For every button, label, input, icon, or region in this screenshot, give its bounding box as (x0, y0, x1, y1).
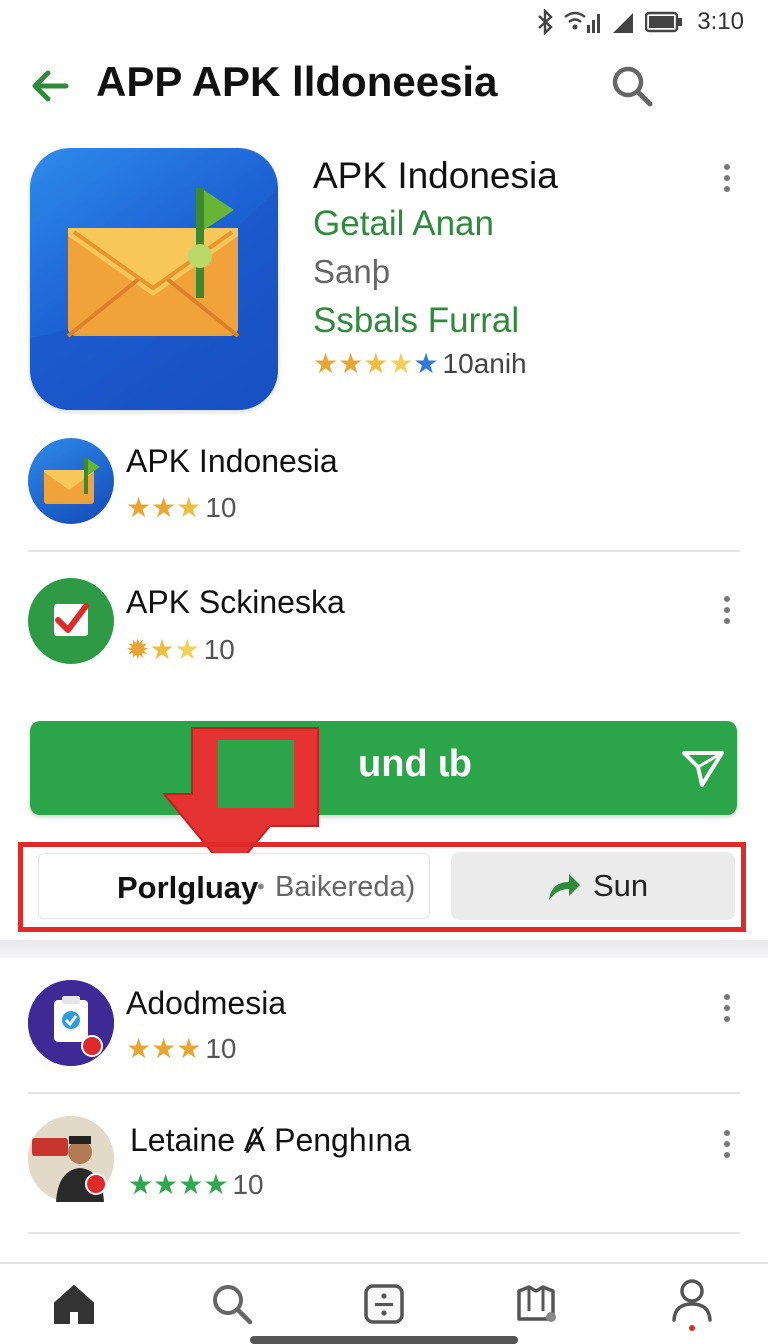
more-options-icon[interactable] (715, 1124, 739, 1164)
calculator-icon (364, 1284, 404, 1324)
nav-library[interactable] (506, 1276, 566, 1332)
install-button[interactable]: und ɩb (30, 721, 737, 815)
cell-signal-icon (613, 13, 634, 33)
app-name: Adodmesia (126, 985, 287, 1021)
app-rating: ★ ★ ★ 10 (126, 1033, 236, 1065)
hero-rating: ★ ★ ★ ★ ★ 10anih (313, 348, 693, 380)
wifi-signal-icon (564, 11, 601, 33)
battery-icon (645, 11, 683, 33)
star-icon: ★ (174, 634, 200, 665)
rating-stars: ★ ★ ★ ★ ★ (313, 350, 439, 378)
star-icon: ★ (151, 1033, 177, 1064)
star-icon: ★ (313, 348, 339, 379)
app-name: APK Sckineska (126, 584, 345, 620)
app-details-screen: 3:10 APP APK lldoneesia APK Indonesia Ge… (0, 0, 768, 1344)
star-icon: ★ (363, 348, 389, 379)
avatar (28, 1116, 114, 1202)
app-name: Letaine Ⱥ Penghına (130, 1122, 412, 1158)
app-rating: ★ ★ ★ 10 (126, 492, 236, 524)
send-icon (682, 751, 724, 787)
app-icon (28, 578, 114, 664)
list-item[interactable]: Letaine Ⱥ Penghına ★ ★ ★ ★ 10 (0, 1114, 768, 1234)
app-icon (28, 438, 114, 524)
star-icon: ★ (413, 348, 439, 379)
star-icon: ★ (128, 1169, 154, 1200)
hero-developer-link[interactable]: Getail Anan (313, 200, 693, 248)
star-icon: ★ (176, 1033, 202, 1064)
rating-value: 10 (205, 492, 237, 523)
nav-search[interactable] (202, 1276, 262, 1332)
status-icons: 3:10 (537, 8, 744, 36)
star-icon: ✹ (126, 634, 150, 665)
mail-envelope-icon (30, 188, 278, 410)
rating-value: 10 (205, 1033, 237, 1064)
status-bar: 3:10 (0, 0, 768, 44)
star-icon: ★ (178, 1169, 204, 1200)
list-item[interactable]: APK Sckineska ✹ ★ ★ 10 (0, 572, 768, 692)
home-indicator (250, 1336, 518, 1344)
hero-app-icon (30, 148, 278, 410)
app-rating: ✹ ★ ★ 10 (126, 634, 235, 666)
rating-stars: ★ ★ ★ (126, 494, 201, 522)
rating-stars: ★ ★ ★ (126, 1035, 201, 1063)
home-icon (54, 1285, 94, 1324)
status-time: 3:10 (697, 8, 744, 35)
library-icon (517, 1285, 556, 1322)
back-arrow-icon[interactable] (26, 62, 74, 110)
divider (28, 1092, 740, 1094)
clipboard-check-icon (28, 980, 114, 1066)
star-icon: ★ (151, 492, 177, 523)
list-item[interactable]: Adodmesia ★ ★ ★ 10 (0, 978, 768, 1098)
rating-stars: ✹ ★ ★ (126, 636, 200, 664)
divider (28, 1232, 740, 1234)
star-icon: ★ (388, 348, 414, 379)
profile-icon (672, 1279, 712, 1331)
hero-app-name: APK Indonesia (313, 155, 558, 196)
app-name: APK Indonesia (126, 443, 338, 479)
star-icon: ★ (338, 348, 364, 379)
list-item[interactable]: APK Indonesia ★ ★ ★ 10 (0, 430, 768, 550)
star-icon: ★ (153, 1169, 179, 1200)
highlight-box (18, 842, 746, 932)
nav-tools[interactable] (354, 1276, 414, 1332)
section-separator (0, 940, 768, 958)
bottom-navigation (0, 1262, 768, 1344)
bluetooth-icon (538, 9, 554, 35)
star-icon: ★ (203, 1169, 229, 1200)
more-options-icon[interactable] (715, 158, 739, 198)
rating-value: 10 (232, 1169, 264, 1200)
rating-value: 10 (203, 634, 235, 665)
star-icon: ★ (126, 1033, 152, 1064)
app-bar: APP APK lldoneesia (0, 50, 768, 122)
checkbox-icon (54, 603, 89, 636)
person-avatar-icon (28, 1116, 114, 1202)
hero-subtitle-link[interactable]: Ssbals Furral (313, 296, 693, 346)
nav-profile[interactable] (662, 1276, 722, 1332)
mail-envelope-icon (44, 458, 100, 504)
hero-rating-text: 10anih (442, 348, 527, 379)
hero-info: APK Indonesia Getail Anan Sanþ Ssbals Fu… (313, 152, 693, 380)
search-icon (213, 1285, 253, 1325)
search-icon[interactable] (608, 62, 656, 110)
divider (28, 550, 740, 552)
more-options-icon[interactable] (715, 590, 739, 630)
install-button-label: und ɩb (358, 743, 472, 785)
nav-home[interactable] (44, 1276, 104, 1332)
page-title: APP APK lldoneesia (96, 58, 498, 105)
star-icon: ★ (176, 492, 202, 523)
app-rating: ★ ★ ★ ★ 10 (128, 1169, 264, 1201)
app-icon (28, 980, 114, 1066)
star-icon: ★ (149, 634, 175, 665)
rating-stars: ★ ★ ★ ★ (128, 1171, 228, 1199)
hero-category: Sanþ (313, 253, 391, 290)
more-options-icon[interactable] (715, 988, 739, 1028)
star-icon: ★ (126, 492, 152, 523)
